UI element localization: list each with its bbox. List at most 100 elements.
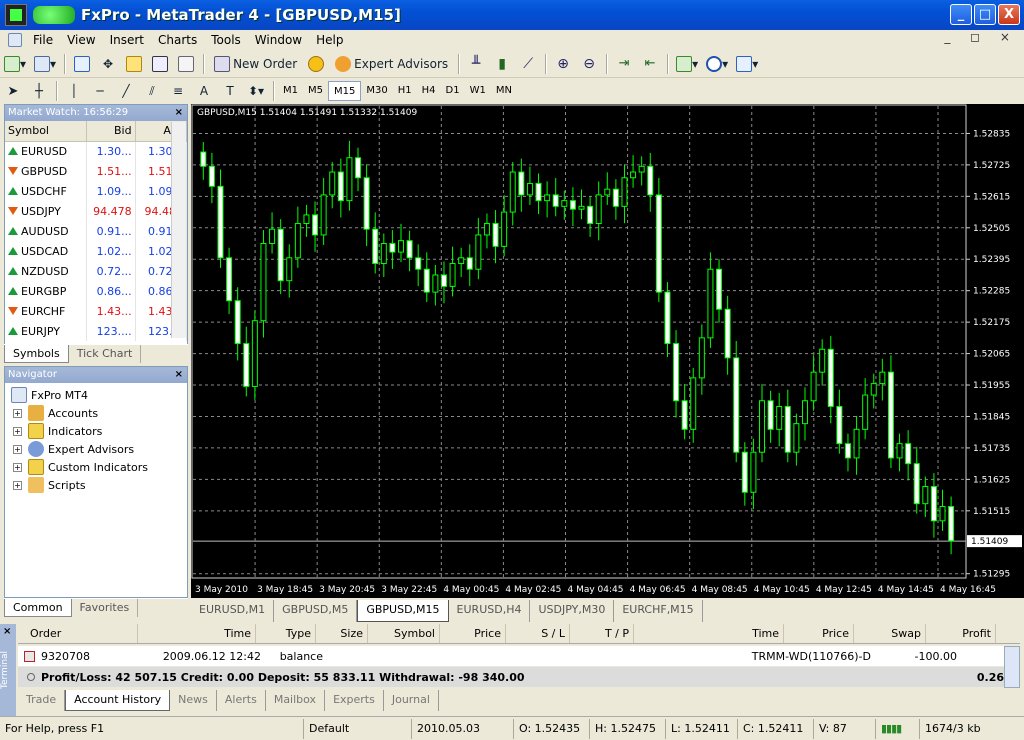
terminal-tab[interactable]: Alerts xyxy=(217,690,266,711)
trendline-icon[interactable]: ╱ xyxy=(115,80,137,102)
timeframe-m5[interactable]: M5 xyxy=(303,81,328,101)
tree-item-indicators[interactable]: + Indicators xyxy=(5,422,187,440)
col-profit[interactable]: Profit xyxy=(926,624,996,643)
document-icon[interactable] xyxy=(8,33,22,47)
scrollbar[interactable] xyxy=(171,122,186,338)
strategy-tester-icon[interactable] xyxy=(175,53,197,75)
timeframe-d1[interactable]: D1 xyxy=(441,81,465,101)
terminal-tab[interactable]: Experts xyxy=(325,690,384,711)
menu-tools[interactable]: Tools xyxy=(204,33,248,47)
price-chart[interactable]: 1.52835 1.52725 1.52615 1.52505 1.52395 1.522… xyxy=(191,104,1024,598)
fibonacci-icon[interactable]: ≡ xyxy=(167,80,189,102)
mdi-controls[interactable]: _ ◻ × xyxy=(944,30,1018,44)
zoom-in-icon[interactable]: ⊕ xyxy=(552,53,574,75)
col-type[interactable]: Type xyxy=(256,624,316,643)
col-symbol[interactable]: Symbol xyxy=(368,624,440,643)
new-chart-icon[interactable]: ▾ xyxy=(2,53,28,75)
crosshair-icon[interactable]: ┼ xyxy=(28,80,50,102)
chart-tab[interactable]: GBPUSD,M5 xyxy=(274,600,358,622)
column-header-bid[interactable]: Bid xyxy=(86,121,136,142)
tab-common[interactable]: Common xyxy=(4,599,72,617)
list-item[interactable]: USDJPY 94.478 94.487 xyxy=(5,201,188,221)
new-order-button[interactable]: New Order xyxy=(210,53,301,75)
text-label-icon[interactable]: T xyxy=(219,80,241,102)
terminal-tab[interactable]: Account History xyxy=(65,690,171,711)
templates-icon[interactable]: ▾ xyxy=(734,53,760,75)
chart-tab[interactable]: EURCHF,M15 xyxy=(614,600,703,622)
col-close-price[interactable]: Price xyxy=(784,624,854,643)
timeframe-m30[interactable]: M30 xyxy=(361,81,392,101)
column-header-symbol[interactable]: Symbol xyxy=(5,121,87,142)
menu-help[interactable]: Help xyxy=(309,33,350,47)
table-row[interactable]: 9320708 2009.06.12 12:42 balance TRMM-WD… xyxy=(18,646,1004,666)
list-item[interactable]: USDCAD 1.02... 1.02... xyxy=(5,241,188,261)
chart-shift-icon[interactable]: ⇤ xyxy=(639,53,661,75)
list-item[interactable]: GBPUSD 1.51... 1.51... xyxy=(5,161,188,181)
bar-chart-icon[interactable]: ╨ xyxy=(465,53,487,75)
tree-root[interactable]: FxPro MT4 xyxy=(5,386,187,404)
chart-tab[interactable]: EURUSD,H4 xyxy=(449,600,531,622)
maximize-button[interactable]: □ xyxy=(974,4,996,25)
chart-tab[interactable]: EURUSD,M1 xyxy=(191,600,275,622)
terminal-tab[interactable]: Mailbox xyxy=(266,690,326,711)
navigator-icon[interactable] xyxy=(123,53,145,75)
list-item[interactable]: EURJPY 123.... 123.... xyxy=(5,321,188,341)
line-chart-icon[interactable]: ⟋ xyxy=(517,53,539,75)
list-item[interactable]: USDCHF 1.09... 1.09... xyxy=(5,181,188,201)
list-item[interactable]: AUDUSD 0.91... 0.91... xyxy=(5,221,188,241)
timeframe-mn[interactable]: MN xyxy=(491,81,517,101)
timeframe-h1[interactable]: H1 xyxy=(393,81,417,101)
chart-tab[interactable]: GBPUSD,M15 xyxy=(357,600,449,622)
horizontal-line-icon[interactable]: ─ xyxy=(89,80,111,102)
close-icon[interactable]: × xyxy=(3,626,11,637)
zoom-out-icon[interactable]: ⊖ xyxy=(578,53,600,75)
list-item[interactable]: NZDUSD 0.72... 0.72... xyxy=(5,261,188,281)
close-button[interactable]: X xyxy=(998,4,1020,25)
tree-item-custom-indicators[interactable]: + Custom Indicators xyxy=(5,458,187,476)
periods-icon[interactable]: ▾ xyxy=(704,53,730,75)
col-order[interactable]: Order xyxy=(18,624,138,643)
chart-tab[interactable]: USDJPY,M30 xyxy=(530,600,615,622)
tree-item-expert-advisors[interactable]: + Expert Advisors xyxy=(5,440,187,458)
terminal-icon[interactable] xyxy=(149,53,171,75)
arrows-icon[interactable]: ⬍▾ xyxy=(245,80,267,102)
metaeditor-icon[interactable] xyxy=(305,53,327,75)
expert-advisors-button[interactable]: Expert Advisors xyxy=(331,53,452,75)
timeframe-m15[interactable]: M15 xyxy=(328,81,362,101)
col-time[interactable]: Time xyxy=(138,624,256,643)
terminal-tab[interactable]: News xyxy=(170,690,217,711)
col-sl[interactable]: S / L xyxy=(506,624,570,643)
list-item[interactable]: EURCHF 1.43... 1.43... xyxy=(5,301,188,321)
menu-insert[interactable]: Insert xyxy=(103,33,151,47)
list-item[interactable]: EURGBP 0.86... 0.86... xyxy=(5,281,188,301)
text-icon[interactable]: A xyxy=(193,80,215,102)
list-item[interactable]: EURUSD 1.30... 1.30... xyxy=(5,141,188,161)
autoscroll-icon[interactable]: ⇥ xyxy=(613,53,635,75)
app-icon[interactable] xyxy=(5,4,27,26)
market-watch-icon[interactable] xyxy=(71,53,93,75)
candlestick-icon[interactable]: ▮ xyxy=(491,53,513,75)
cursor-icon[interactable]: ➤ xyxy=(2,80,24,102)
terminal-tab[interactable]: Journal xyxy=(384,690,439,711)
terminal-tab[interactable]: Trade xyxy=(18,690,66,711)
col-size[interactable]: Size xyxy=(316,624,368,643)
col-tp[interactable]: T / P xyxy=(570,624,634,643)
menu-window[interactable]: Window xyxy=(248,33,309,47)
tab-favorites[interactable]: Favorites xyxy=(72,599,139,617)
tab-symbols[interactable]: Symbols xyxy=(4,345,69,363)
scrollbar[interactable] xyxy=(1004,646,1020,688)
indicators-icon[interactable]: ▾ xyxy=(674,53,700,75)
timeframe-h4[interactable]: H4 xyxy=(417,81,441,101)
tree-item-accounts[interactable]: + Accounts xyxy=(5,404,187,422)
col-close-time[interactable]: Time xyxy=(634,624,784,643)
tab-tick-chart[interactable]: Tick Chart xyxy=(69,345,142,363)
close-icon[interactable]: × xyxy=(175,367,183,383)
chart-canvas[interactable]: 1.52835 1.52725 1.52615 1.52505 1.52395 1.522… xyxy=(191,104,1024,598)
channel-icon[interactable]: ⫽ xyxy=(141,80,163,102)
col-price[interactable]: Price xyxy=(440,624,506,643)
timeframe-m1[interactable]: M1 xyxy=(278,81,303,101)
profiles-icon[interactable]: ▾ xyxy=(32,53,58,75)
close-icon[interactable]: × xyxy=(175,105,183,121)
col-swap[interactable]: Swap xyxy=(854,624,926,643)
menu-view[interactable]: View xyxy=(60,33,102,47)
